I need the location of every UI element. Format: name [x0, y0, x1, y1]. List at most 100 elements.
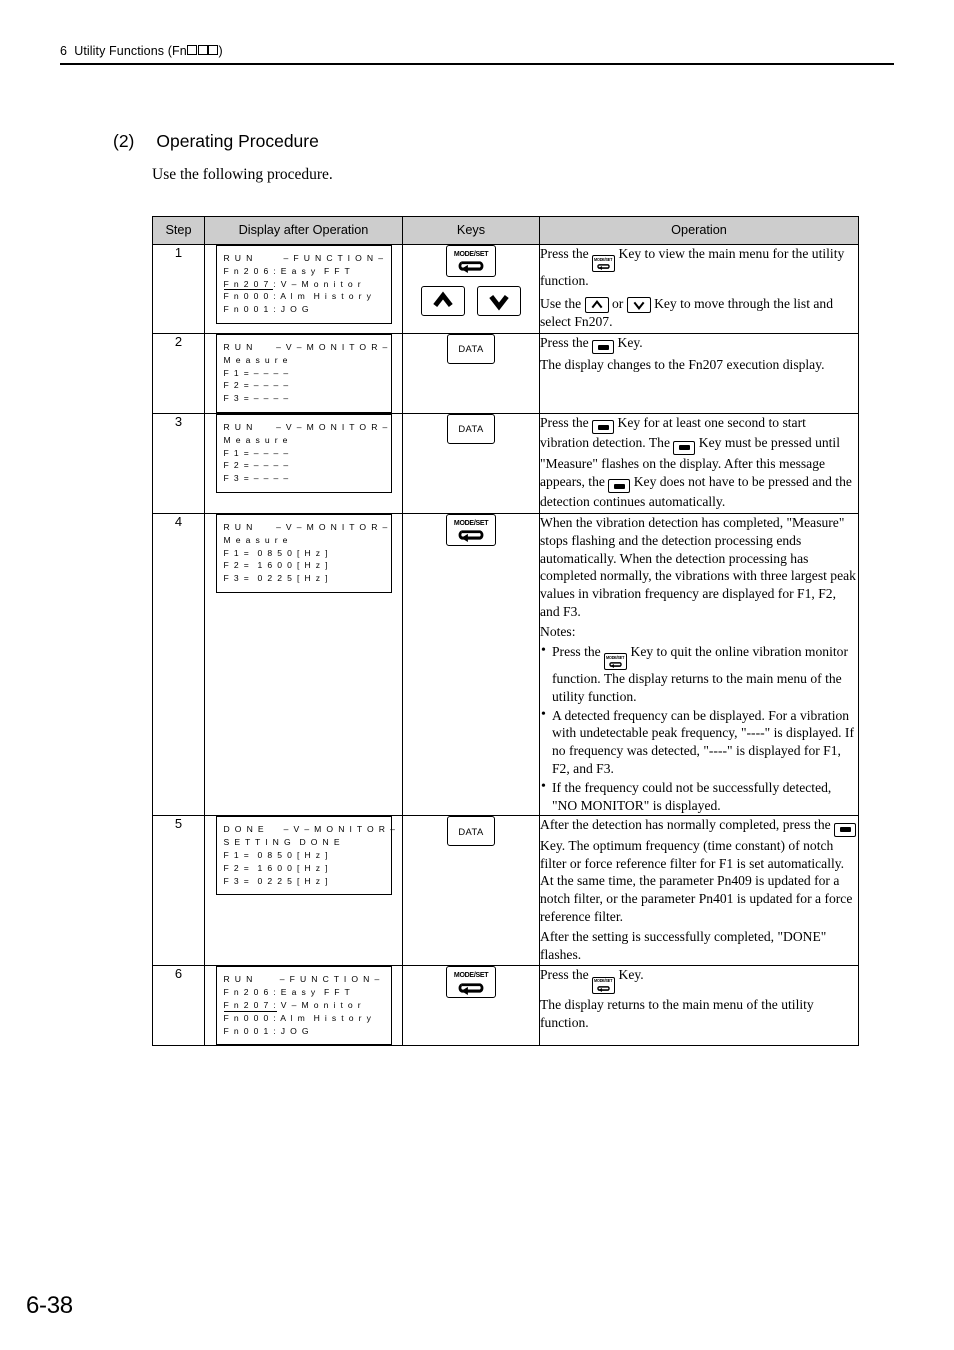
lcd-line: F 1 = – – – – [223, 367, 290, 378]
column-header-operation: Operation [539, 216, 859, 245]
modeset-key-icon: MODE/SET [592, 255, 616, 273]
section-intro: Use the following procedure. [152, 166, 333, 183]
display-after-operation: D O N E – V – M O N I T O R – S E T T I N… [204, 815, 403, 967]
lcd-line: F 2 = – – – – [223, 380, 290, 391]
lcd-line: F 2 = 1 6 0 0 [ H z ] [223, 560, 329, 571]
page-running-header: 6 Utility Functions (Fn) [60, 44, 894, 65]
column-header-display: Display after Operation [204, 216, 403, 245]
data-key-icon [592, 340, 615, 355]
modeset-key-icon: MODE/SET [604, 652, 628, 670]
operation-paragraph: After the detection has normally complet… [540, 816, 858, 925]
lcd-line: F 1 = 0 8 5 0 [ H z ] [223, 849, 329, 860]
operating-procedure-table: Step Display after Operation Keys Operat… [152, 216, 859, 1047]
lcd-line: F 3 = 0 2 2 5 [ H z ] [223, 875, 329, 886]
display-after-operation: R U N – V – M O N I T O R – M e a s u r e… [204, 513, 403, 817]
lcd-line: R U N – F U N C T I O N – [223, 253, 385, 263]
step-number: 3 [152, 412, 205, 515]
lcd-line: F n 0 0 1 : J O G [223, 1025, 310, 1036]
lcd-line: F 2 = – – – – [223, 460, 290, 471]
operation-description: Press the MODE/SET Key. The display retur… [539, 965, 859, 1047]
lcd-line: F 3 = – – – – [223, 473, 290, 484]
key-stack: DATA [403, 333, 539, 364]
operation-paragraph: When the vibration detection has complet… [540, 515, 856, 620]
data-key-icon [592, 420, 615, 435]
lcd-line: F n 0 0 0 : A l m H i s t o r y [223, 291, 373, 302]
lcd-panel: R U N – F U N C T I O N – F n 2 0 6 : E a… [215, 245, 392, 324]
operation-paragraph: Press the MODE/SET Key to view the main … [540, 246, 845, 289]
placeholder-box-icon [197, 45, 208, 55]
chapter-title: 6 Utility Functions (Fn) [60, 44, 894, 63]
operation-description: After the detection has normally complet… [539, 815, 859, 967]
section-heading: (2) Operating Procedure [113, 131, 873, 152]
table-row: 3 R U N – V – M O N I T O R – M e a s u r … [152, 412, 859, 515]
modeset-key-label: MODE/SET [453, 970, 489, 980]
table-row: 1 R U N – F U N C T I O N – F n 2 0 6 : E … [152, 244, 859, 334]
keys-cell: DATA [402, 412, 540, 515]
step-number: 1 [152, 244, 205, 334]
down-arrow-key-button[interactable] [477, 286, 521, 316]
keys-cell: MODE/SET [402, 513, 540, 817]
lcd-line: F n 0 0 0 : A l m H i s t o r y [223, 1012, 373, 1023]
step-number: 2 [152, 332, 205, 414]
lcd-panel: D O N E – V – M O N I T O R – S E T T I N… [215, 816, 397, 896]
lcd-panel: R U N – F U N C T I O N – F n 2 0 6 : E a… [215, 966, 392, 1046]
operation-paragraph: Press the Key. [540, 334, 858, 355]
up-arrow-key-button[interactable] [421, 286, 465, 316]
lcd-line: F n 2 0 6 : E a s y F F T [223, 265, 352, 276]
data-key-icon [834, 822, 857, 837]
modeset-key-button[interactable]: MODE/SET [446, 514, 496, 547]
operation-description: When the vibration detection has complet… [539, 513, 859, 817]
modeset-key-label: MODE/SET [453, 248, 489, 258]
operation-paragraph: Press the Key for at least one second to… [540, 414, 852, 510]
header-divider [60, 63, 894, 65]
step-number: 6 [152, 965, 205, 1047]
operation-paragraph: The display returns to the main menu of … [540, 996, 814, 1030]
modeset-key-button[interactable]: MODE/SET [446, 245, 496, 277]
lcd-panel: R U N – V – M O N I T O R – M e a s u r e… [215, 514, 392, 594]
lcd-line: F 3 = 0 2 2 5 [ H z ] [223, 573, 329, 584]
data-key-icon [673, 440, 696, 455]
placeholder-box-icon [187, 45, 198, 55]
lcd-line: M e a s u r e [223, 434, 289, 445]
up-arrow-key-icon [584, 297, 609, 314]
operation-paragraph: Press the MODE/SET Key. [540, 966, 858, 994]
note-item: If the frequency could not be successful… [540, 778, 858, 815]
operation-paragraph: The display changes to the Fn207 executi… [540, 357, 825, 373]
modeset-key-button[interactable]: MODE/SET [446, 966, 496, 999]
table-row: 5 D O N E – V – M O N I T O R – S E T T I … [152, 815, 859, 967]
chapter-title-prefix: Utility Functions (Fn [74, 44, 187, 58]
data-key-label: DATA [458, 825, 484, 837]
lcd-line: F 1 = – – – – [223, 447, 290, 458]
note-item: Press the MODE/SET Key to quit the onlin… [540, 642, 858, 706]
lcd-line: M e a s u r e [223, 354, 289, 365]
key-stack: MODE/SET [403, 245, 539, 316]
key-stack: DATA [403, 413, 539, 444]
data-key-icon [608, 479, 631, 494]
operation-paragraph: Notes: [540, 623, 576, 639]
loop-arrow-icon [455, 528, 487, 543]
key-stack: MODE/SET [403, 966, 539, 999]
operation-description: Press the MODE/SET Key to view the main … [539, 244, 859, 334]
operation-description: Press the Key for at least one second to… [539, 412, 859, 515]
lcd-line: D O N E – V – M O N I T O R – [223, 824, 397, 835]
loop-arrow-icon [455, 259, 487, 274]
display-after-operation: R U N – F U N C T I O N – F n 2 0 6 : E a… [204, 965, 403, 1047]
keys-cell: DATA [402, 332, 540, 414]
notes-list: Press the MODE/SET Key to quit the onlin… [540, 642, 858, 815]
lcd-line: M e a s u r e [223, 534, 289, 545]
chapter-number: 6 [60, 44, 68, 58]
lcd-line: F 2 = 1 6 0 0 [ H z ] [223, 862, 329, 873]
data-key-button[interactable]: DATA [447, 816, 495, 847]
operation-paragraph: Use the or Key to move through the list … [540, 296, 834, 330]
note-item: A detected frequency can be displayed. F… [540, 706, 858, 778]
section-number: (2) [113, 131, 135, 151]
data-key-button[interactable]: DATA [447, 413, 495, 444]
data-key-button[interactable]: DATA [447, 333, 495, 364]
table-row: 4R U N – V – M O N I T O R – M e a s u r … [152, 513, 859, 817]
operation-paragraph: After the setting is successfully comple… [540, 928, 827, 962]
lcd-line: F 1 = 0 8 5 0 [ H z ] [223, 547, 329, 558]
keys-cell: MODE/SET [402, 965, 540, 1047]
up-arrow-icon [430, 291, 456, 311]
data-key-label: DATA [458, 423, 484, 435]
operation-description: Press the Key. The display changes to the… [539, 332, 859, 414]
